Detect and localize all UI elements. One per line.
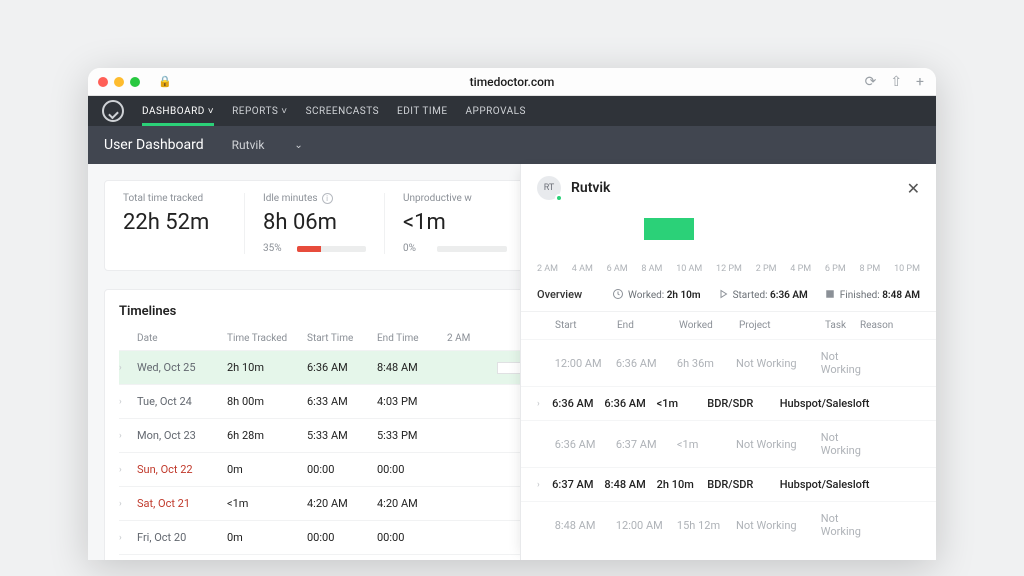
detail-row: 12:00 AM6:36 AM6h 36mNot WorkingNot Work…	[521, 339, 936, 386]
avatar: RT	[537, 176, 561, 200]
main-nav: DASHBOARD ˅ REPORTS ˅ SCREENCASTS EDIT T…	[88, 96, 936, 126]
stat-card: Unproductive w <1m0%	[385, 193, 525, 254]
nav-dashboard[interactable]: DASHBOARD ˅	[142, 106, 214, 126]
detail-timeline-chart	[537, 212, 920, 264]
detail-user-name: Rutvik	[571, 180, 610, 196]
close-icon[interactable]: ✕	[907, 179, 920, 198]
detail-panel: RT Rutvik ✕ 2 AM4 AM6 AM8 AM10 AM12 PM2 …	[520, 164, 936, 560]
nav-approvals[interactable]: APPROVALS	[466, 106, 526, 117]
traffic-lights	[98, 77, 140, 87]
info-icon[interactable]: i	[322, 193, 333, 204]
nav-edit-time[interactable]: EDIT TIME	[397, 106, 447, 117]
detail-table-header: Start End Worked Project Task Reason	[521, 312, 936, 339]
detail-header: RT Rutvik ✕	[521, 164, 936, 212]
url-display[interactable]: timedoctor.com	[470, 75, 555, 89]
stat-card: Idle minutes i8h 06m35%	[245, 193, 385, 254]
stat-card: Total time tracked 22h 52m	[105, 193, 245, 254]
new-tab-icon[interactable]: +	[916, 74, 924, 90]
nav-reports[interactable]: REPORTS ˅	[232, 106, 287, 117]
user-selector[interactable]: Rutvik⌄	[232, 138, 303, 152]
detail-row[interactable]: ›6:37 AM8:48 AM2h 10mBDR/SDRHubspot/Sale…	[521, 467, 936, 501]
detail-axis: 2 AM4 AM6 AM8 AM10 AM12 PM2 PM4 PM6 PM8 …	[537, 264, 920, 274]
nav-screencasts[interactable]: SCREENCASTS	[306, 106, 379, 117]
lock-icon: 🔒	[158, 75, 172, 88]
sub-header: User Dashboard Rutvik⌄	[88, 126, 936, 164]
minimize-window-icon[interactable]	[114, 77, 124, 87]
browser-toolbar: 🔒 timedoctor.com ⟳ ⇧ +	[88, 68, 936, 96]
share-icon[interactable]: ⇧	[890, 74, 902, 90]
detail-row[interactable]: ›6:36 AM6:36 AM<1mBDR/SDRHubspot/Saleslo…	[521, 386, 936, 420]
logo-icon[interactable]	[102, 100, 124, 122]
maximize-window-icon[interactable]	[130, 77, 140, 87]
worked-block	[644, 218, 694, 240]
browser-window: 🔒 timedoctor.com ⟳ ⇧ + DASHBOARD ˅ REPOR…	[88, 68, 936, 560]
refresh-icon[interactable]: ⟳	[865, 74, 877, 90]
close-window-icon[interactable]	[98, 77, 108, 87]
detail-row: 6:36 AM6:37 AM<1mNot WorkingNot Working	[521, 420, 936, 467]
detail-row: 8:48 AM12:00 AM15h 12mNot WorkingNot Wor…	[521, 501, 936, 548]
detail-summary: Overview Worked: 2h 10m Started: 6:36 AM…	[521, 282, 936, 312]
page-title: User Dashboard	[104, 137, 204, 153]
